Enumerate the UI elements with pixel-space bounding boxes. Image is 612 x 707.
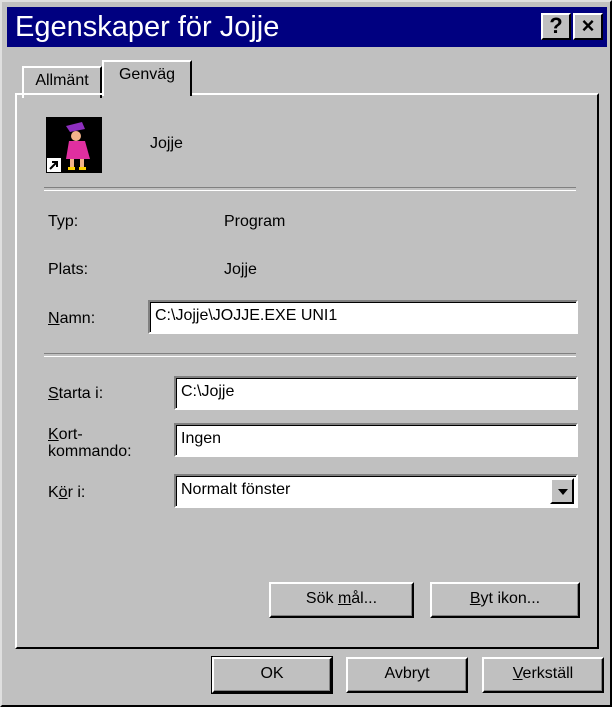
shortcut-name: Jojje [150,135,183,152]
target-field[interactable]: C:\Jojje\JOJJE.EXE UNI1 [148,300,578,334]
chevron-down-icon[interactable] [550,478,574,504]
location-label: Plats: [48,261,89,278]
title-bar: Egenskaper för Jojje ? × [7,7,607,47]
properties-dialog: Egenskaper för Jojje ? × Allmänt Genväg … [0,0,612,707]
tab-shortcut[interactable]: Genväg [102,60,192,96]
hotkey-field[interactable]: Ingen [174,423,578,457]
change-icon-button[interactable]: Byt ikon... [430,582,580,618]
location-value: Jojje [224,261,257,278]
start-in-field[interactable]: C:\Jojje [174,376,578,410]
window-title: Egenskaper för Jojje [15,11,280,43]
start-in-label: Starta i: [48,385,104,402]
divider-middle [44,353,576,357]
run-dropdown-value: Normalt fönster [181,481,291,498]
hotkey-label: Kort-kommando: [48,426,132,460]
find-target-button[interactable]: Sök mål... [269,582,414,618]
cancel-button[interactable]: Avbryt [346,657,468,693]
divider-top [44,187,576,191]
type-label: Typ: [48,213,79,230]
help-button[interactable]: ? [541,13,571,40]
jojje-program-icon [46,117,102,173]
run-label: Kör i: [48,484,86,501]
shortcut-arrow-icon [46,157,62,173]
type-value: Program [224,213,286,230]
close-button[interactable]: × [573,13,603,40]
target-label: Namn: [48,310,96,327]
run-dropdown[interactable]: Normalt fönster [174,474,578,508]
shortcut-tab-panel [15,93,599,649]
ok-button[interactable]: OK [211,656,333,694]
apply-button[interactable]: Verkställ [482,657,604,693]
